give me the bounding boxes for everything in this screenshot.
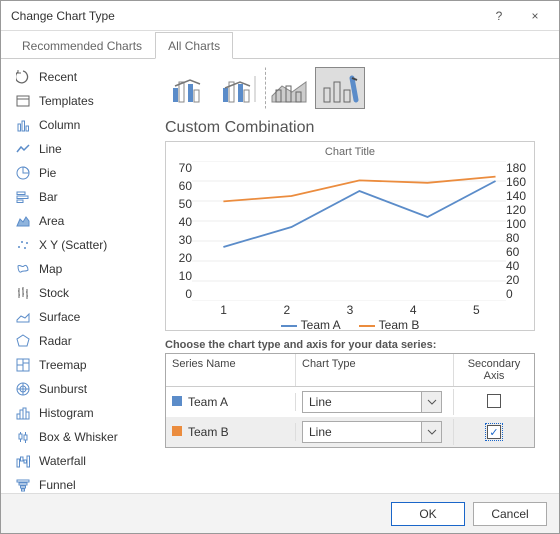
surface-icon [15,309,31,325]
sidebar-item-label: Bar [39,190,58,204]
thumb-custom-combination[interactable] [315,67,365,109]
chevron-down-icon [421,422,441,442]
sidebar-item-label: Treemap [39,358,87,372]
thumb-clustered-column-line[interactable] [165,67,215,109]
tab-strip: Recommended Charts All Charts [1,31,559,59]
sidebar-item-label: Pie [39,166,56,180]
cancel-button[interactable]: Cancel [473,502,547,526]
combo-subtype-strip [165,67,545,109]
sidebar-item-label: Templates [39,94,94,108]
sidebar-item-label: Box & Whisker [39,430,118,444]
sunburst-icon [15,381,31,397]
sidebar-item-stock[interactable]: Stock [11,281,145,305]
col-series-name: Series Name [166,354,296,386]
sidebar-item-pie[interactable]: Pie [11,161,145,185]
thumb-clustered-column-line-secondary[interactable] [215,67,265,109]
sidebar-item-surface[interactable]: Surface [11,305,145,329]
x-axis: 12345 [192,303,508,317]
sidebar-item-label: Column [39,118,80,132]
box-whisker-icon [15,429,31,445]
sidebar-item-histogram[interactable]: Histogram [11,401,145,425]
sidebar-item-recent[interactable]: Recent [11,65,145,89]
sidebar-item-label: Waterfall [39,454,86,468]
sidebar-item-map[interactable]: Map [11,257,145,281]
main-content: Custom Combination Chart Title 706050403… [151,59,559,492]
sidebar-item-area[interactable]: Area [11,209,145,233]
stock-icon [15,285,31,301]
chart-preview: Chart Title 706050403020100 [165,141,535,331]
chart-type-sidebar: Recent Templates Column Line Pie Bar Are… [1,59,151,492]
secondary-axis-checkbox-team-b[interactable] [487,425,501,439]
bar-icon [15,189,31,205]
help-button[interactable]: ? [481,1,517,31]
tab-recommended-charts[interactable]: Recommended Charts [9,32,155,59]
close-button[interactable]: × [517,1,553,31]
tab-all-charts[interactable]: All Charts [155,32,233,59]
column-icon [15,117,31,133]
funnel-icon [15,477,31,492]
chart-type-dropdown-team-a[interactable]: Line [302,391,442,413]
sidebar-item-sunburst[interactable]: Sunburst [11,377,145,401]
chevron-down-icon [421,392,441,412]
histogram-icon [15,405,31,421]
sidebar-item-label: Area [39,214,64,228]
chart-type-dropdown-team-b[interactable]: Line [302,421,442,443]
sidebar-item-label: Radar [39,334,72,348]
secondary-y-axis: 180160140120100806040200 [506,161,526,301]
sidebar-item-box-whisker[interactable]: Box & Whisker [11,425,145,449]
series-row-team-b[interactable]: Team B Line [166,417,534,447]
chart-legend: Team A Team B [174,318,526,332]
series-color-chip [172,396,182,406]
waterfall-icon [15,453,31,469]
sidebar-item-waterfall[interactable]: Waterfall [11,449,145,473]
series-config-label: Choose the chart type and axis for your … [165,339,545,351]
scatter-icon [15,237,31,253]
sidebar-item-line[interactable]: Line [11,137,145,161]
sidebar-item-label: Map [39,262,62,276]
sidebar-item-label: Line [39,142,62,156]
sidebar-item-treemap[interactable]: Treemap [11,353,145,377]
sidebar-item-label: Recent [39,70,77,84]
window-title: Change Chart Type [11,9,481,23]
line-icon [15,141,31,157]
pie-icon [15,165,31,181]
sidebar-item-column[interactable]: Column [11,113,145,137]
ok-button[interactable]: OK [391,502,465,526]
sidebar-item-label: Surface [39,310,80,324]
sidebar-item-bar[interactable]: Bar [11,185,145,209]
recent-icon [15,69,31,85]
series-row-team-a[interactable]: Team A Line [166,387,534,417]
series-config-table: Series Name Chart Type Secondary Axis Te… [165,353,535,448]
section-title: Custom Combination [165,119,545,137]
templates-icon [15,93,31,109]
sidebar-item-funnel[interactable]: Funnel [11,473,145,492]
map-icon [15,261,31,277]
primary-y-axis: 706050403020100 [174,161,192,301]
sidebar-item-label: Stock [39,286,69,300]
secondary-axis-checkbox-team-a[interactable] [487,394,501,408]
series-color-chip [172,426,182,436]
sidebar-item-label: Funnel [39,478,76,492]
radar-icon [15,333,31,349]
sidebar-item-label: X Y (Scatter) [39,238,107,252]
title-bar: Change Chart Type ? × [1,1,559,31]
sidebar-item-scatter[interactable]: X Y (Scatter) [11,233,145,257]
dialog-footer: OK Cancel [1,493,559,533]
sidebar-item-label: Sunburst [39,382,87,396]
sidebar-item-templates[interactable]: Templates [11,89,145,113]
area-icon [15,213,31,229]
sidebar-item-radar[interactable]: Radar [11,329,145,353]
sidebar-item-label: Histogram [39,406,94,420]
treemap-icon [15,357,31,373]
chart-title: Chart Title [174,146,526,158]
col-secondary-axis: Secondary Axis [454,354,534,386]
thumb-stacked-area-column[interactable] [265,67,315,109]
col-chart-type: Chart Type [296,354,454,386]
